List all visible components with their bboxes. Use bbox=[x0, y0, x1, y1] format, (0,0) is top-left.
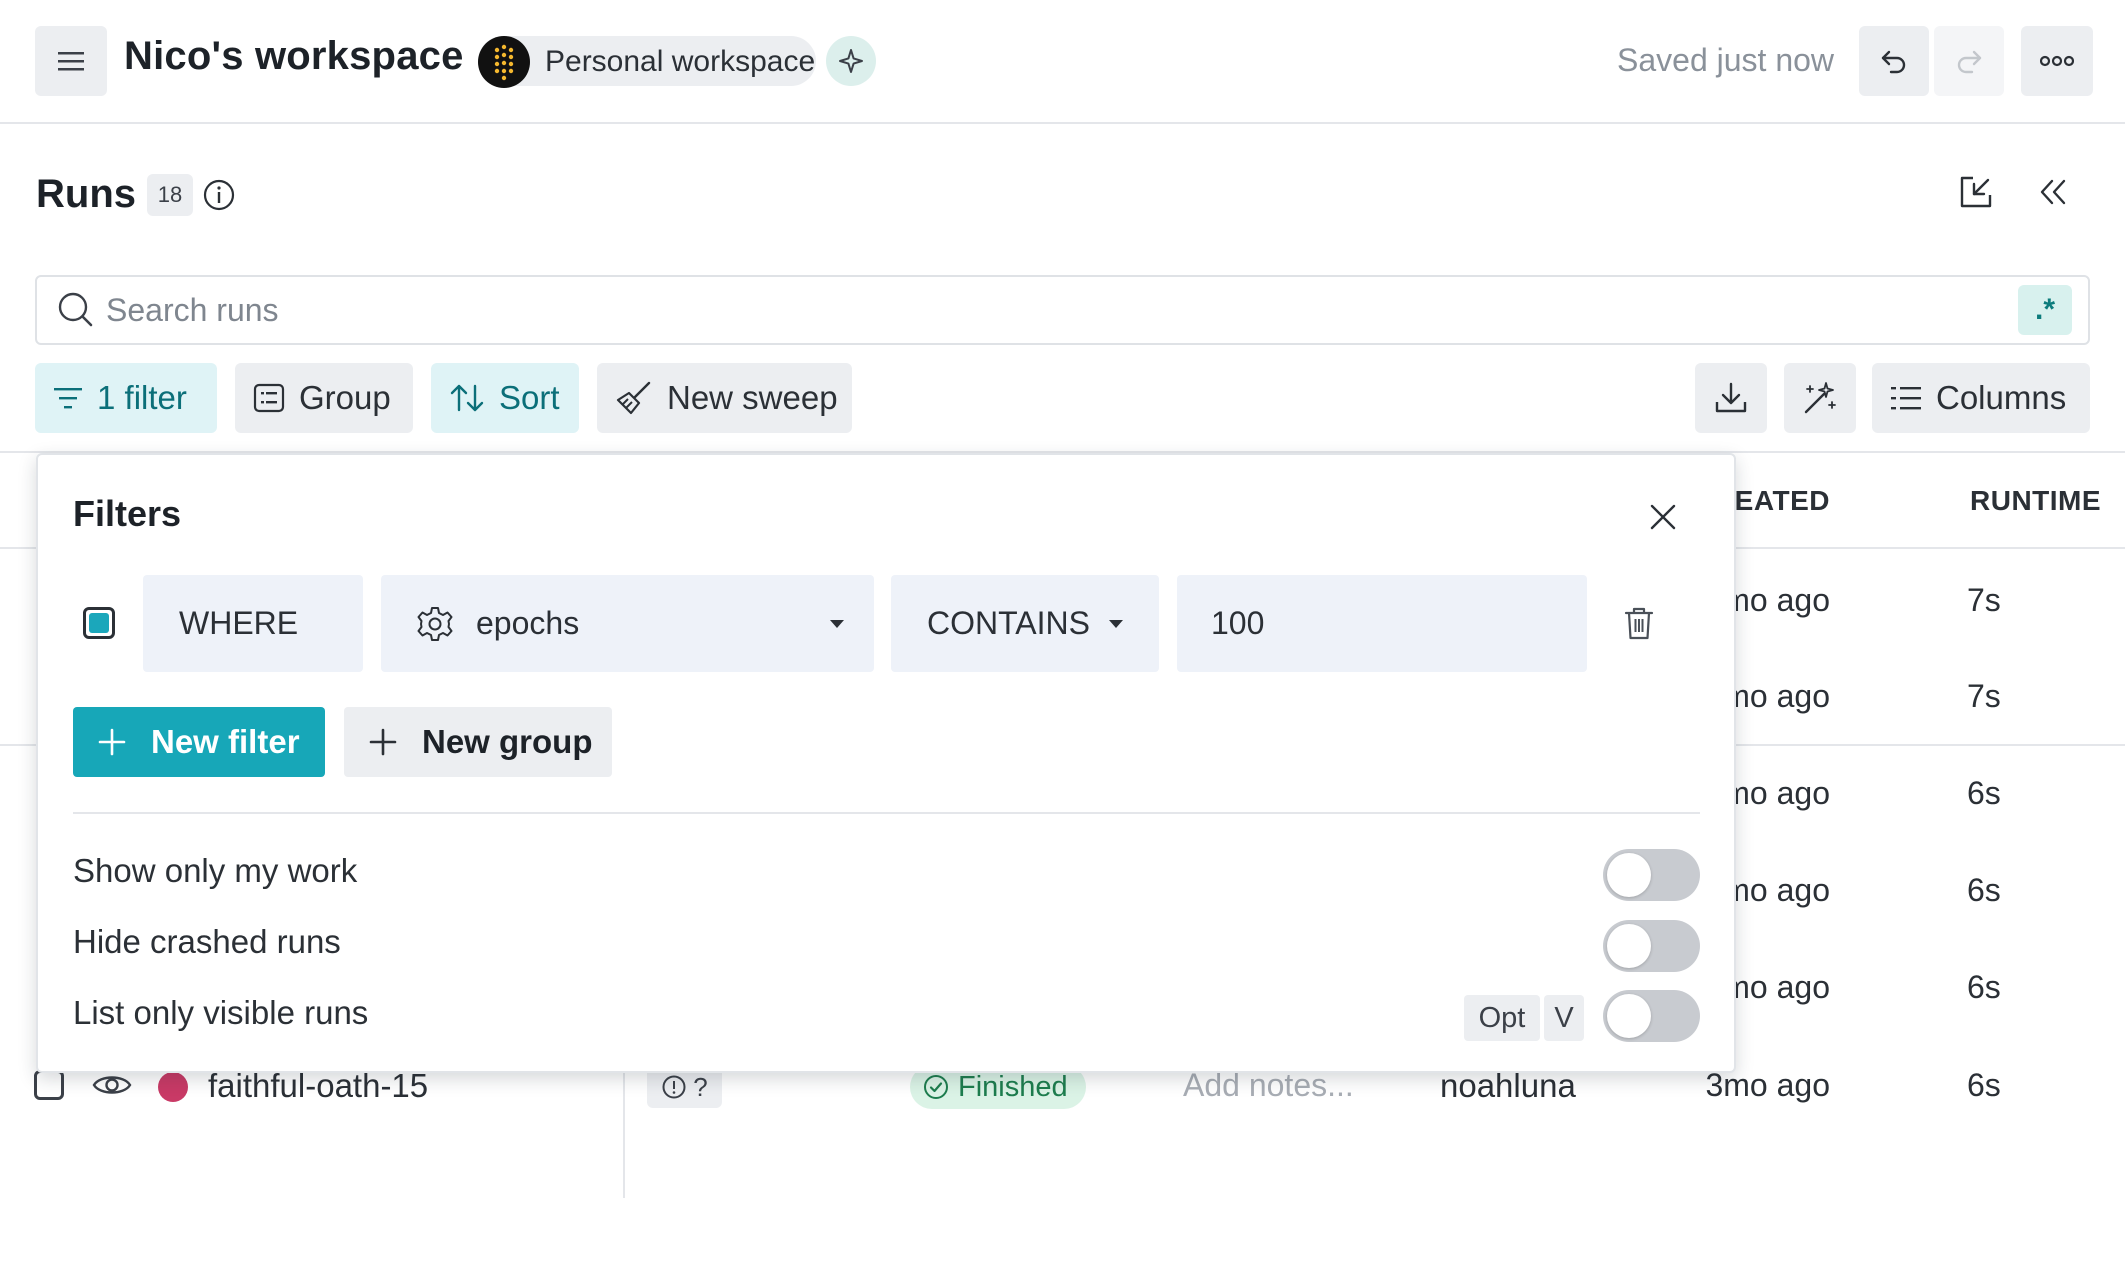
sort-button[interactable]: Sort bbox=[431, 363, 579, 433]
plus-icon bbox=[369, 728, 397, 756]
cell-runtime: 6s bbox=[1967, 969, 2001, 1005]
export-panel-button[interactable] bbox=[1956, 172, 1996, 212]
filters-popover-title: Filters bbox=[73, 493, 182, 534]
double-chevron-left-icon bbox=[2040, 179, 2066, 205]
more-options-button[interactable] bbox=[2021, 26, 2093, 96]
run-color-dot[interactable] bbox=[158, 1072, 188, 1102]
plus-icon bbox=[98, 728, 126, 756]
more-horizontal-icon bbox=[2040, 55, 2074, 67]
sort-button-label: Sort bbox=[499, 379, 560, 416]
hide-crashed-runs-toggle[interactable] bbox=[1603, 920, 1700, 972]
search-icon bbox=[56, 290, 96, 330]
cell-runtime: 7s bbox=[1967, 678, 2001, 714]
search-input[interactable] bbox=[106, 286, 1906, 334]
filter-key-value: epochs bbox=[476, 605, 580, 641]
toggle-knob bbox=[1607, 924, 1651, 968]
undo-button[interactable] bbox=[1859, 26, 1929, 96]
columns-button-label: Columns bbox=[1936, 379, 2067, 416]
new-group-button[interactable]: New group bbox=[344, 707, 612, 777]
filter-operator-select[interactable]: CONTAINS bbox=[891, 575, 1159, 672]
workspace-logo-icon bbox=[478, 36, 530, 88]
popover-divider bbox=[73, 812, 1700, 814]
sparkle-icon bbox=[839, 49, 863, 73]
shortcut-key-opt: Opt bbox=[1464, 995, 1540, 1041]
cell-runtime: 6s bbox=[1967, 1067, 2001, 1103]
delete-filter-button[interactable] bbox=[1623, 605, 1655, 641]
trash-icon bbox=[1624, 607, 1654, 640]
new-sweep-button[interactable]: New sweep bbox=[597, 363, 852, 433]
run-tag-text: ? bbox=[693, 1071, 708, 1102]
filter-rule-checkbox-fill bbox=[89, 613, 109, 633]
sort-arrows-icon bbox=[450, 384, 484, 412]
save-status: Saved just now bbox=[1617, 42, 1835, 78]
show-only-my-work-toggle[interactable] bbox=[1603, 849, 1700, 901]
hamburger-menu-button[interactable] bbox=[35, 26, 107, 96]
collapse-panel-button[interactable] bbox=[2036, 176, 2072, 208]
download-button[interactable] bbox=[1695, 363, 1767, 433]
filter-button-label: 1 filter bbox=[97, 379, 187, 416]
filter-icon bbox=[54, 388, 82, 409]
group-button-label: Group bbox=[299, 379, 391, 416]
info-icon[interactable] bbox=[202, 178, 236, 212]
filter-where-label: WHERE bbox=[143, 575, 363, 672]
ai-assist-button[interactable] bbox=[826, 36, 876, 86]
regex-toggle-button[interactable]: .* bbox=[2018, 285, 2072, 335]
column-header-runtime[interactable]: RUNTIME bbox=[1970, 485, 2101, 517]
group-icon bbox=[253, 383, 285, 413]
broom-icon bbox=[616, 381, 651, 415]
runs-count-badge: 18 bbox=[147, 174, 193, 216]
cell-runtime: 6s bbox=[1967, 775, 2001, 811]
new-sweep-button-label: New sweep bbox=[667, 379, 838, 416]
hamburger-icon bbox=[58, 52, 84, 71]
group-button[interactable]: Group bbox=[235, 363, 413, 433]
close-icon bbox=[1650, 504, 1676, 530]
magic-wand-icon bbox=[1804, 382, 1836, 414]
new-filter-label: New filter bbox=[151, 723, 300, 760]
visibility-eye-icon[interactable] bbox=[92, 1070, 132, 1100]
new-filter-button[interactable]: New filter bbox=[73, 707, 325, 777]
caret-down-icon bbox=[830, 620, 844, 628]
columns-icon bbox=[1891, 387, 1921, 410]
option-hide-crashed-runs-label: Hide crashed runs bbox=[73, 923, 341, 960]
arrow-export-icon bbox=[1960, 176, 1992, 208]
runs-title: Runs bbox=[36, 172, 136, 216]
redo-button[interactable] bbox=[1934, 26, 2004, 96]
filter-button[interactable]: 1 filter bbox=[35, 363, 217, 433]
option-show-only-my-work-label: Show only my work bbox=[73, 852, 358, 889]
gear-icon bbox=[417, 606, 453, 641]
filter-value-input[interactable] bbox=[1177, 575, 1587, 672]
columns-button[interactable]: Columns bbox=[1872, 363, 2090, 433]
filter-operator-value: CONTAINS bbox=[927, 605, 1090, 641]
auto-visualize-button[interactable] bbox=[1784, 363, 1856, 433]
workspace-pill-label: Personal workspace bbox=[545, 45, 816, 78]
filter-key-select[interactable]: epochs bbox=[381, 575, 874, 672]
new-group-label: New group bbox=[422, 723, 593, 760]
cell-runtime: 6s bbox=[1967, 872, 2001, 908]
workspace-title: Nico's workspace bbox=[124, 34, 464, 78]
caret-down-icon bbox=[1109, 620, 1123, 628]
list-only-visible-runs-toggle[interactable] bbox=[1603, 990, 1700, 1042]
undo-icon bbox=[1881, 50, 1906, 74]
check-circle-icon bbox=[924, 1075, 948, 1099]
run-select-checkbox[interactable] bbox=[34, 1070, 64, 1100]
toggle-knob bbox=[1607, 853, 1651, 897]
option-list-only-visible-runs-label: List only visible runs bbox=[73, 994, 369, 1031]
download-icon bbox=[1715, 382, 1747, 413]
close-filters-button[interactable] bbox=[1646, 500, 1680, 534]
alert-circle-icon bbox=[662, 1075, 686, 1099]
run-state-text: Finished bbox=[958, 1070, 1068, 1103]
toggle-knob bbox=[1607, 994, 1651, 1038]
cell-runtime: 7s bbox=[1967, 582, 2001, 618]
redo-icon bbox=[1957, 50, 1982, 74]
shortcut-key-v: V bbox=[1544, 995, 1584, 1041]
